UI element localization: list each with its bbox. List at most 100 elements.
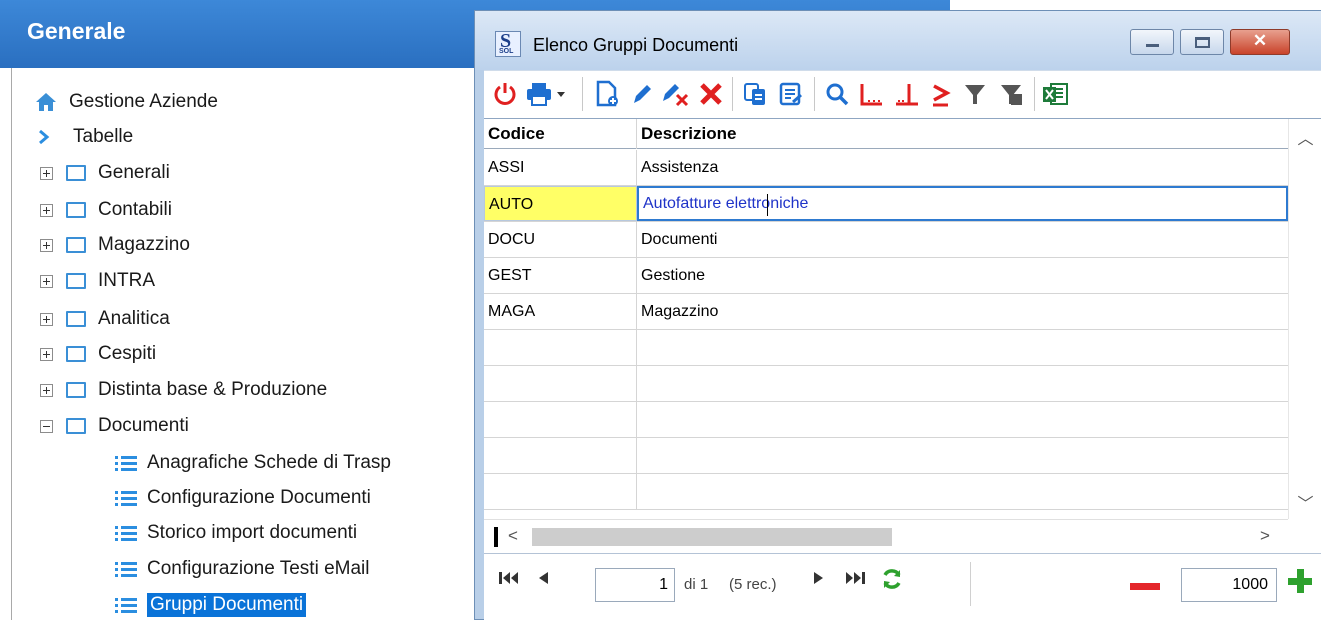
tree-leaf-gruppi-documenti[interactable]: Gruppi Documenti [115, 590, 307, 620]
page-number-input[interactable]: 1 [595, 568, 675, 602]
sum-icon[interactable] [926, 79, 956, 109]
cell-codice[interactable]: AUTO [484, 186, 637, 221]
expand-icon[interactable] [40, 383, 53, 397]
cell-descrizione[interactable] [637, 330, 1288, 365]
scroll-right-icon[interactable]: > [1260, 526, 1270, 546]
power-icon[interactable] [490, 79, 520, 109]
tree-node-generali[interactable]: Generali [40, 158, 170, 188]
search-icon[interactable] [822, 79, 852, 109]
copy-icon[interactable] [740, 79, 770, 109]
delete-icon[interactable] [696, 79, 726, 109]
bookmark-start-icon[interactable] [856, 79, 886, 109]
tree-node-label: Cespiti [98, 343, 157, 364]
nav-item-gestione-aziende[interactable]: Gestione Aziende [35, 87, 218, 117]
page-size-input[interactable]: 1000 [1181, 568, 1277, 602]
cell-descrizione[interactable] [637, 366, 1288, 401]
tree-leaf-configurazione-testi-email[interactable]: Configurazione Testi eMail [115, 554, 370, 584]
expand-icon[interactable] [40, 312, 53, 326]
cell-descrizione[interactable] [637, 438, 1288, 473]
vertical-scrollbar[interactable]: ︿ ﹀ [1288, 119, 1321, 520]
expand-icon[interactable] [40, 203, 53, 217]
horizontal-scrollbar[interactable]: < > [484, 519, 1288, 553]
cell-descrizione-editing[interactable]: Autofatture elettroniche [637, 186, 1288, 221]
tree-node-label: Documenti [98, 415, 189, 436]
close-button[interactable]: ✕ [1230, 29, 1290, 55]
table-row[interactable]: DOCU Documenti [484, 222, 1288, 258]
table-row[interactable]: GEST Gestione [484, 258, 1288, 294]
tree-node-cespiti[interactable]: Cespiti [40, 339, 156, 369]
cell-codice[interactable] [484, 366, 637, 401]
folder-icon [66, 202, 86, 218]
tree-node-magazzino[interactable]: Magazzino [40, 230, 190, 260]
tree-leaf-anagrafiche-schede[interactable]: Anagrafiche Schede di Trasp [115, 448, 391, 478]
table-row-empty[interactable] [484, 402, 1288, 438]
tree-node-distinta-base[interactable]: Distinta base & Produzione [40, 375, 327, 405]
zoom-out-icon[interactable] [1130, 583, 1160, 590]
window-titlebar[interactable]: S SOL Elenco Gruppi Documenti ✕ [475, 11, 1321, 70]
cell-codice[interactable]: DOCU [484, 222, 637, 257]
cell-codice[interactable]: GEST [484, 258, 637, 293]
bookmark-end-icon[interactable] [892, 79, 922, 109]
table-row-empty[interactable] [484, 366, 1288, 402]
details-icon[interactable] [776, 79, 806, 109]
scrollbar-thumb[interactable] [532, 528, 892, 546]
clear-edit-icon[interactable] [660, 79, 690, 109]
excel-export-icon[interactable] [1040, 79, 1070, 109]
cell-codice[interactable] [484, 330, 637, 365]
column-header-descrizione[interactable]: Descrizione [637, 119, 1288, 149]
cell-descrizione[interactable]: Documenti [637, 222, 1288, 257]
collapse-icon[interactable] [40, 419, 53, 433]
table-row-empty[interactable] [484, 438, 1288, 474]
print-dropdown-icon[interactable] [554, 79, 568, 109]
cell-descrizione[interactable]: Assistenza [637, 150, 1288, 185]
maximize-button[interactable] [1180, 29, 1224, 55]
last-record-icon[interactable] [844, 570, 866, 590]
previous-record-icon[interactable] [536, 570, 550, 590]
zoom-in-icon[interactable] [1288, 569, 1312, 593]
filter-icon[interactable] [960, 79, 990, 109]
scrollbar-corner [1288, 519, 1321, 553]
navigator-separator [970, 562, 971, 606]
cell-codice[interactable] [484, 402, 637, 437]
cell-codice[interactable] [484, 474, 637, 509]
table-row[interactable]: MAGA Magazzino [484, 294, 1288, 330]
cell-codice[interactable]: ASSI [484, 150, 637, 185]
cell-codice[interactable] [484, 438, 637, 473]
scroll-down-icon[interactable]: ﹀ [1289, 490, 1321, 514]
tree-node-intra[interactable]: INTRA [40, 266, 155, 296]
cell-descrizione[interactable]: Gestione [637, 258, 1288, 293]
cell-descrizione[interactable]: Magazzino [637, 294, 1288, 329]
tree-leaf-storico-import[interactable]: Storico import documenti [115, 518, 357, 548]
print-icon[interactable] [524, 79, 554, 109]
clear-filter-icon[interactable] [996, 79, 1026, 109]
tree-node-label: INTRA [98, 270, 155, 291]
scroll-up-icon[interactable]: ︿ [1289, 125, 1321, 149]
expand-icon[interactable] [40, 166, 53, 180]
expand-icon[interactable] [40, 274, 53, 288]
tree-node-documenti[interactable]: Documenti [40, 411, 189, 441]
cell-codice[interactable]: MAGA [484, 294, 637, 329]
table-row-empty[interactable] [484, 330, 1288, 366]
edit-pencil-icon[interactable] [627, 79, 657, 109]
scroll-left-icon[interactable]: < [508, 526, 518, 546]
table-row-empty[interactable] [484, 474, 1288, 510]
expand-icon[interactable] [40, 347, 53, 361]
minimize-button[interactable] [1130, 29, 1174, 55]
refresh-icon[interactable] [880, 567, 904, 595]
cell-descrizione[interactable] [637, 474, 1288, 509]
toolbar-separator [1034, 77, 1035, 111]
cell-editor-text[interactable]: Autofatture elettroniche [643, 195, 808, 212]
next-record-icon[interactable] [812, 570, 826, 590]
new-document-icon[interactable] [592, 79, 622, 109]
tree-node-contabili[interactable]: Contabili [40, 195, 172, 225]
table-row[interactable]: ASSI Assistenza [484, 150, 1288, 186]
folder-icon [66, 165, 86, 181]
tree-node-analitica[interactable]: Analitica [40, 304, 170, 334]
column-header-codice[interactable]: Codice [484, 119, 637, 149]
first-record-icon[interactable] [498, 570, 520, 590]
tree-leaf-configurazione-documenti[interactable]: Configurazione Documenti [115, 483, 371, 513]
cell-descrizione[interactable] [637, 402, 1288, 437]
expand-icon[interactable] [40, 238, 53, 252]
nav-item-tabelle[interactable]: Tabelle [37, 122, 133, 152]
table-row-active[interactable]: AUTO Autofatture elettroniche [484, 186, 1288, 222]
